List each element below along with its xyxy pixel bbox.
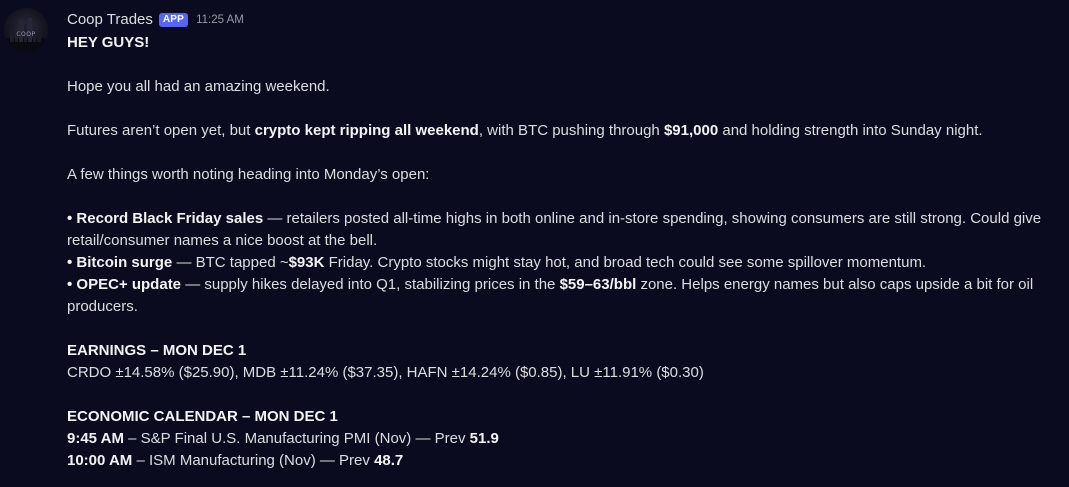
intro-line: Hope you all had an amazing weekend. (67, 78, 330, 95)
earnings-line: CRDO ±14.58% ($25.90), MDB ±11.24% ($37.… (67, 364, 704, 381)
notes-intro: A few things worth noting heading into M… (67, 166, 430, 183)
bullet-black-friday: • Record Black Friday sales — retailers … (67, 210, 1042, 249)
timestamp[interactable]: 11:25 AM (196, 9, 244, 31)
earnings-heading: EARNINGS – MON DEC 1 (67, 342, 247, 359)
username[interactable]: Coop Trades (67, 9, 153, 31)
calendar-item: 9:45 AM – S&P Final U.S. Manufacturing P… (67, 430, 499, 447)
bullet-bitcoin: • Bitcoin surge — BTC tapped ~$93K Frida… (67, 254, 927, 271)
message-header: Coop Trades APP 11:25 AM (67, 9, 244, 31)
avatar[interactable]: COOP (4, 8, 48, 52)
chat-message: COOP Coop Trades APP 11:25 AM HEY GUYS! … (0, 0, 1069, 487)
bullet-opec: • OPEC+ update — supply hikes delayed in… (67, 276, 1034, 315)
avatar-logo-text: COOP (16, 31, 36, 38)
futures-line: Futures aren’t open yet, but crypto kept… (67, 122, 983, 139)
calendar-heading: ECONOMIC CALENDAR – MON DEC 1 (67, 408, 338, 425)
avatar-skyline-icon (4, 18, 48, 52)
message-content: HEY GUYS! Hope you all had an amazing we… (67, 32, 1057, 472)
greeting: HEY GUYS! (67, 34, 150, 51)
calendar-item: 10:00 AM – ISM Manufacturing (Nov) — Pre… (67, 452, 404, 469)
app-badge: APP (158, 13, 189, 27)
